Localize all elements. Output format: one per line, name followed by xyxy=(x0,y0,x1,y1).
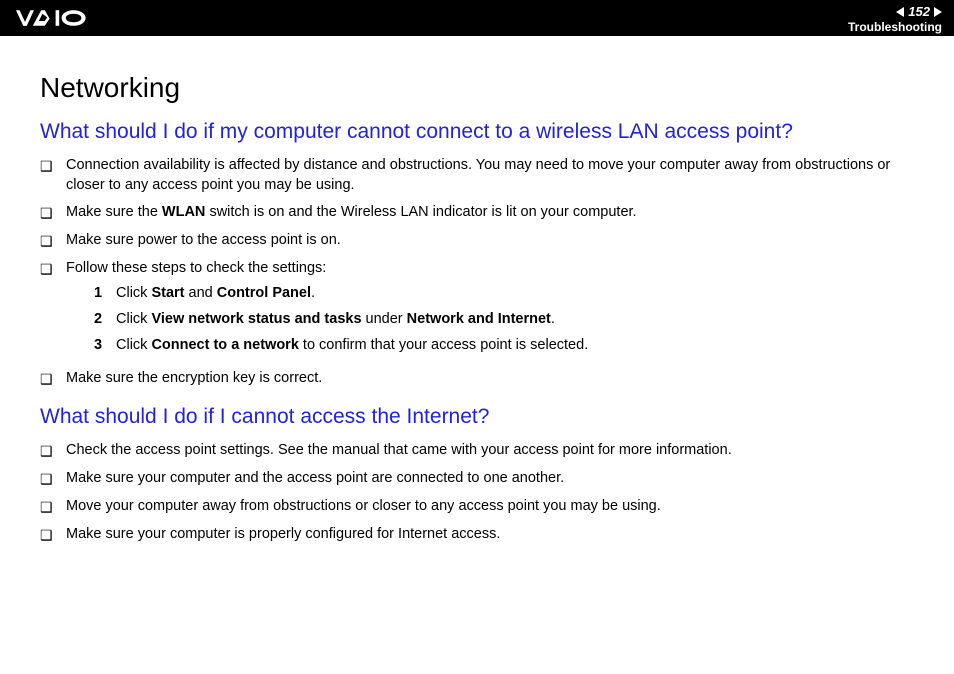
item-text: Follow these steps to check the settings… xyxy=(66,259,914,361)
list-item: ❑ Connection availability is affected by… xyxy=(40,156,914,195)
q1-list: ❑ Connection availability is affected by… xyxy=(40,156,914,389)
step-item: 1 Click Start and Control Panel. xyxy=(94,284,914,304)
q2-list: ❑ Check the access point settings. See t… xyxy=(40,441,914,545)
item-text: Make sure your computer and the access p… xyxy=(66,469,914,489)
header-bar: 152 Troubleshooting xyxy=(0,0,954,36)
list-item: ❑ Check the access point settings. See t… xyxy=(40,441,914,461)
step-text: Click Connect to a network to confirm th… xyxy=(116,336,588,356)
prev-page-arrow-icon[interactable] xyxy=(896,7,904,17)
page-nav: 152 xyxy=(896,4,942,19)
next-page-arrow-icon[interactable] xyxy=(934,7,942,17)
page-number: 152 xyxy=(908,4,930,19)
list-item: ❑ Make sure power to the access point is… xyxy=(40,231,914,251)
item-text: Make sure the WLAN switch is on and the … xyxy=(66,203,914,223)
list-item: ❑ Make sure the encryption key is correc… xyxy=(40,369,914,389)
checkbox-bullet-icon: ❑ xyxy=(40,203,66,223)
step-text: Click Start and Control Panel. xyxy=(116,284,315,304)
header-right: 152 Troubleshooting xyxy=(848,2,942,34)
checkbox-bullet-icon: ❑ xyxy=(40,231,66,251)
item-text: Move your computer away from obstruction… xyxy=(66,497,914,517)
item-text: Make sure power to the access point is o… xyxy=(66,231,914,251)
list-item: ❑ Follow these steps to check the settin… xyxy=(40,259,914,361)
steps-list: 1 Click Start and Control Panel. 2 Click… xyxy=(66,284,914,355)
vaio-logo xyxy=(14,7,114,29)
list-item: ❑ Move your computer away from obstructi… xyxy=(40,497,914,517)
step-number: 3 xyxy=(94,336,116,356)
checkbox-bullet-icon: ❑ xyxy=(40,525,66,545)
checkbox-bullet-icon: ❑ xyxy=(40,469,66,489)
checkbox-bullet-icon: ❑ xyxy=(40,497,66,517)
section-name: Troubleshooting xyxy=(848,20,942,34)
step-text: Click View network status and tasks unde… xyxy=(116,310,555,330)
list-item: ❑ Make sure your computer and the access… xyxy=(40,469,914,489)
list-item: ❑ Make sure the WLAN switch is on and th… xyxy=(40,203,914,223)
checkbox-bullet-icon: ❑ xyxy=(40,441,66,461)
checkbox-bullet-icon: ❑ xyxy=(40,259,66,279)
step-number: 2 xyxy=(94,310,116,330)
question-heading-1: What should I do if my computer cannot c… xyxy=(40,120,914,144)
item-text: Make sure the encryption key is correct. xyxy=(66,369,914,389)
page-content: Networking What should I do if my comput… xyxy=(0,36,954,545)
item-text: Make sure your computer is properly conf… xyxy=(66,525,914,545)
page-title: Networking xyxy=(40,72,914,104)
list-item: ❑ Make sure your computer is properly co… xyxy=(40,525,914,545)
checkbox-bullet-icon: ❑ xyxy=(40,156,66,176)
step-item: 3 Click Connect to a network to confirm … xyxy=(94,336,914,356)
question-heading-2: What should I do if I cannot access the … xyxy=(40,405,914,429)
item-text: Check the access point settings. See the… xyxy=(66,441,914,461)
step-item: 2 Click View network status and tasks un… xyxy=(94,310,914,330)
step-number: 1 xyxy=(94,284,116,304)
checkbox-bullet-icon: ❑ xyxy=(40,369,66,389)
item-text: Connection availability is affected by d… xyxy=(66,156,914,195)
